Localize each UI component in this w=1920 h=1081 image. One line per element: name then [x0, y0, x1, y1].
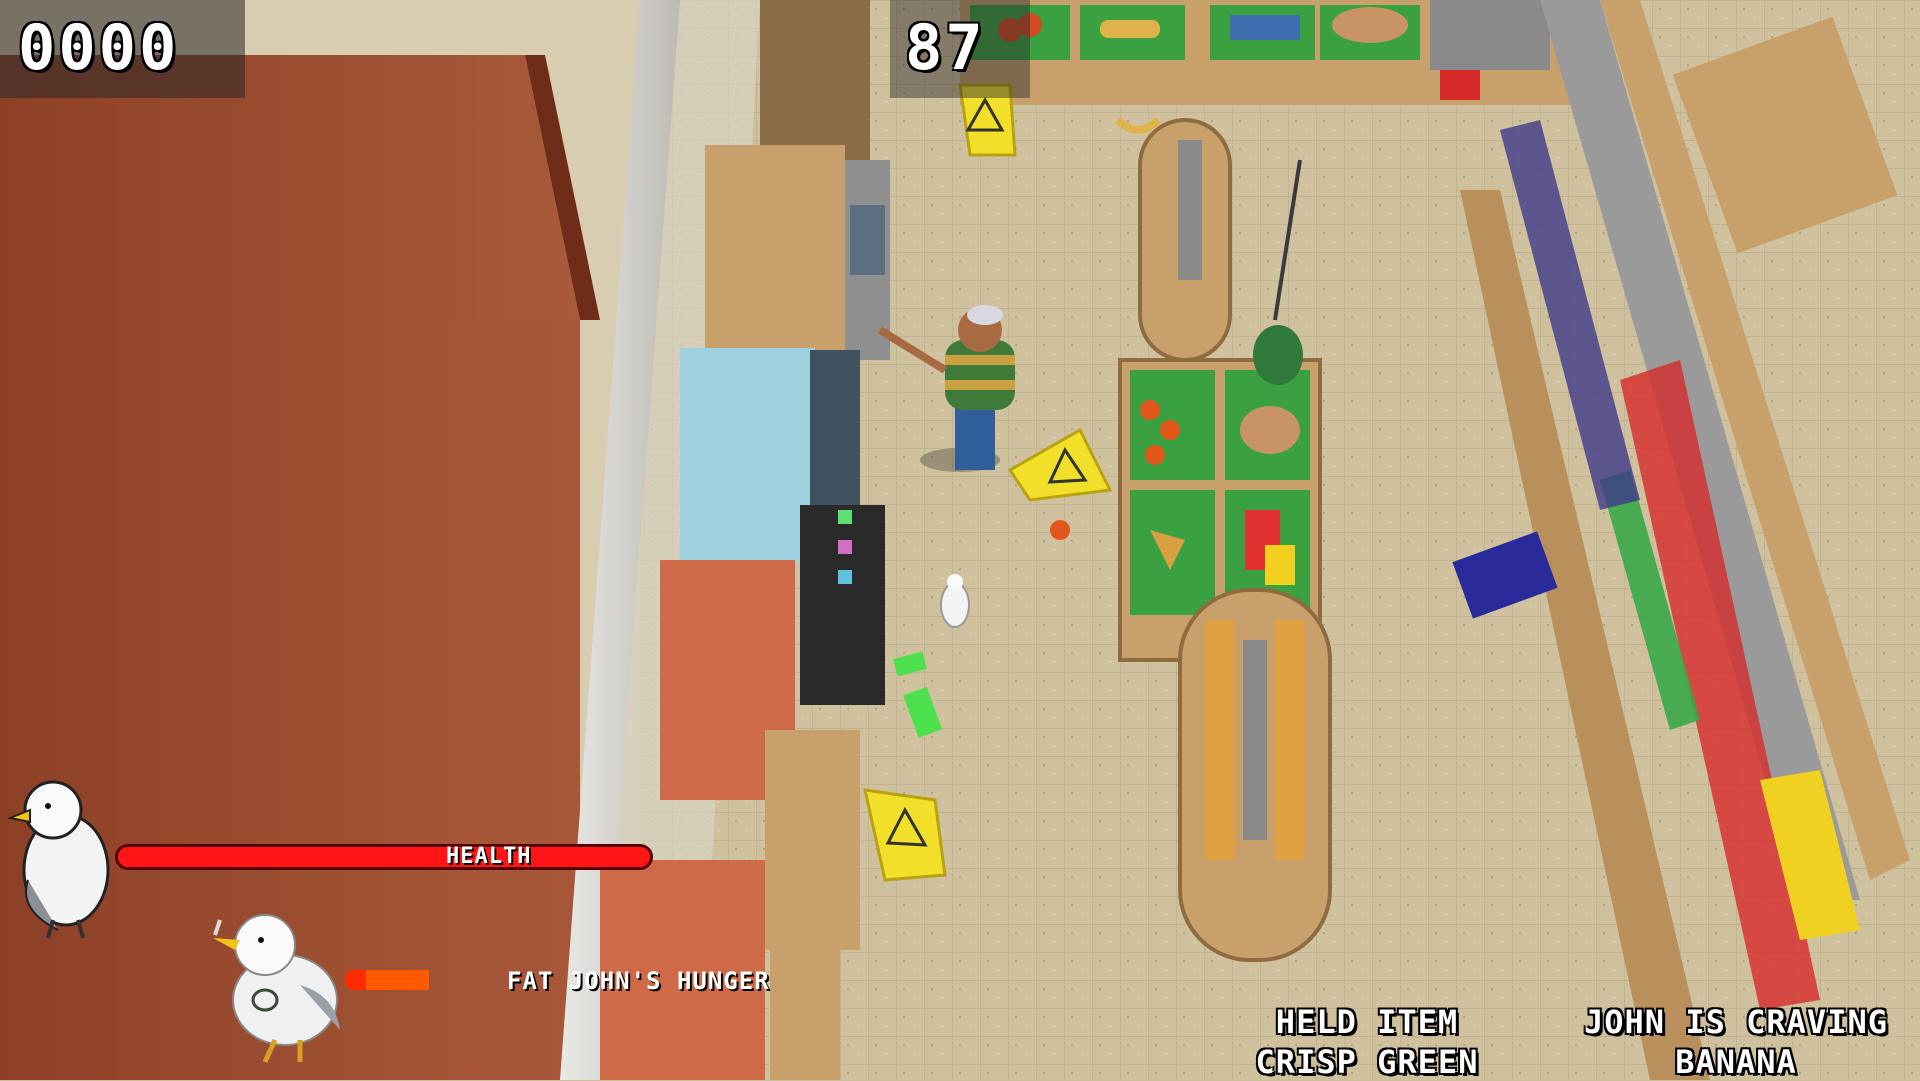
top-produce-shelves: [960, 0, 1590, 105]
timer-counter: 87: [905, 11, 986, 84]
health-bar-fill: [118, 847, 650, 867]
health-label: HEALTH: [446, 844, 532, 869]
held-item-title: HELD ITEM: [1275, 1003, 1459, 1041]
seagull-icon: [8, 780, 110, 939]
craving-value: BANANA: [1675, 1043, 1797, 1081]
health-bar: [115, 844, 653, 870]
center-shelf-bottom: [1178, 588, 1332, 962]
craving-title: JOHN IS CRAVING: [1584, 1003, 1888, 1041]
hunger-label: FAT JOHN'S HUNGER: [507, 967, 770, 995]
seagull-with-cigarette-icon: [213, 914, 340, 1064]
score-counter: 0000: [18, 11, 180, 84]
hunger-bar-fill: [345, 970, 366, 990]
hunger-bar: [345, 970, 429, 990]
held-item-value: CRISP GREEN: [1255, 1043, 1479, 1081]
center-shelf-top: [1138, 118, 1232, 362]
